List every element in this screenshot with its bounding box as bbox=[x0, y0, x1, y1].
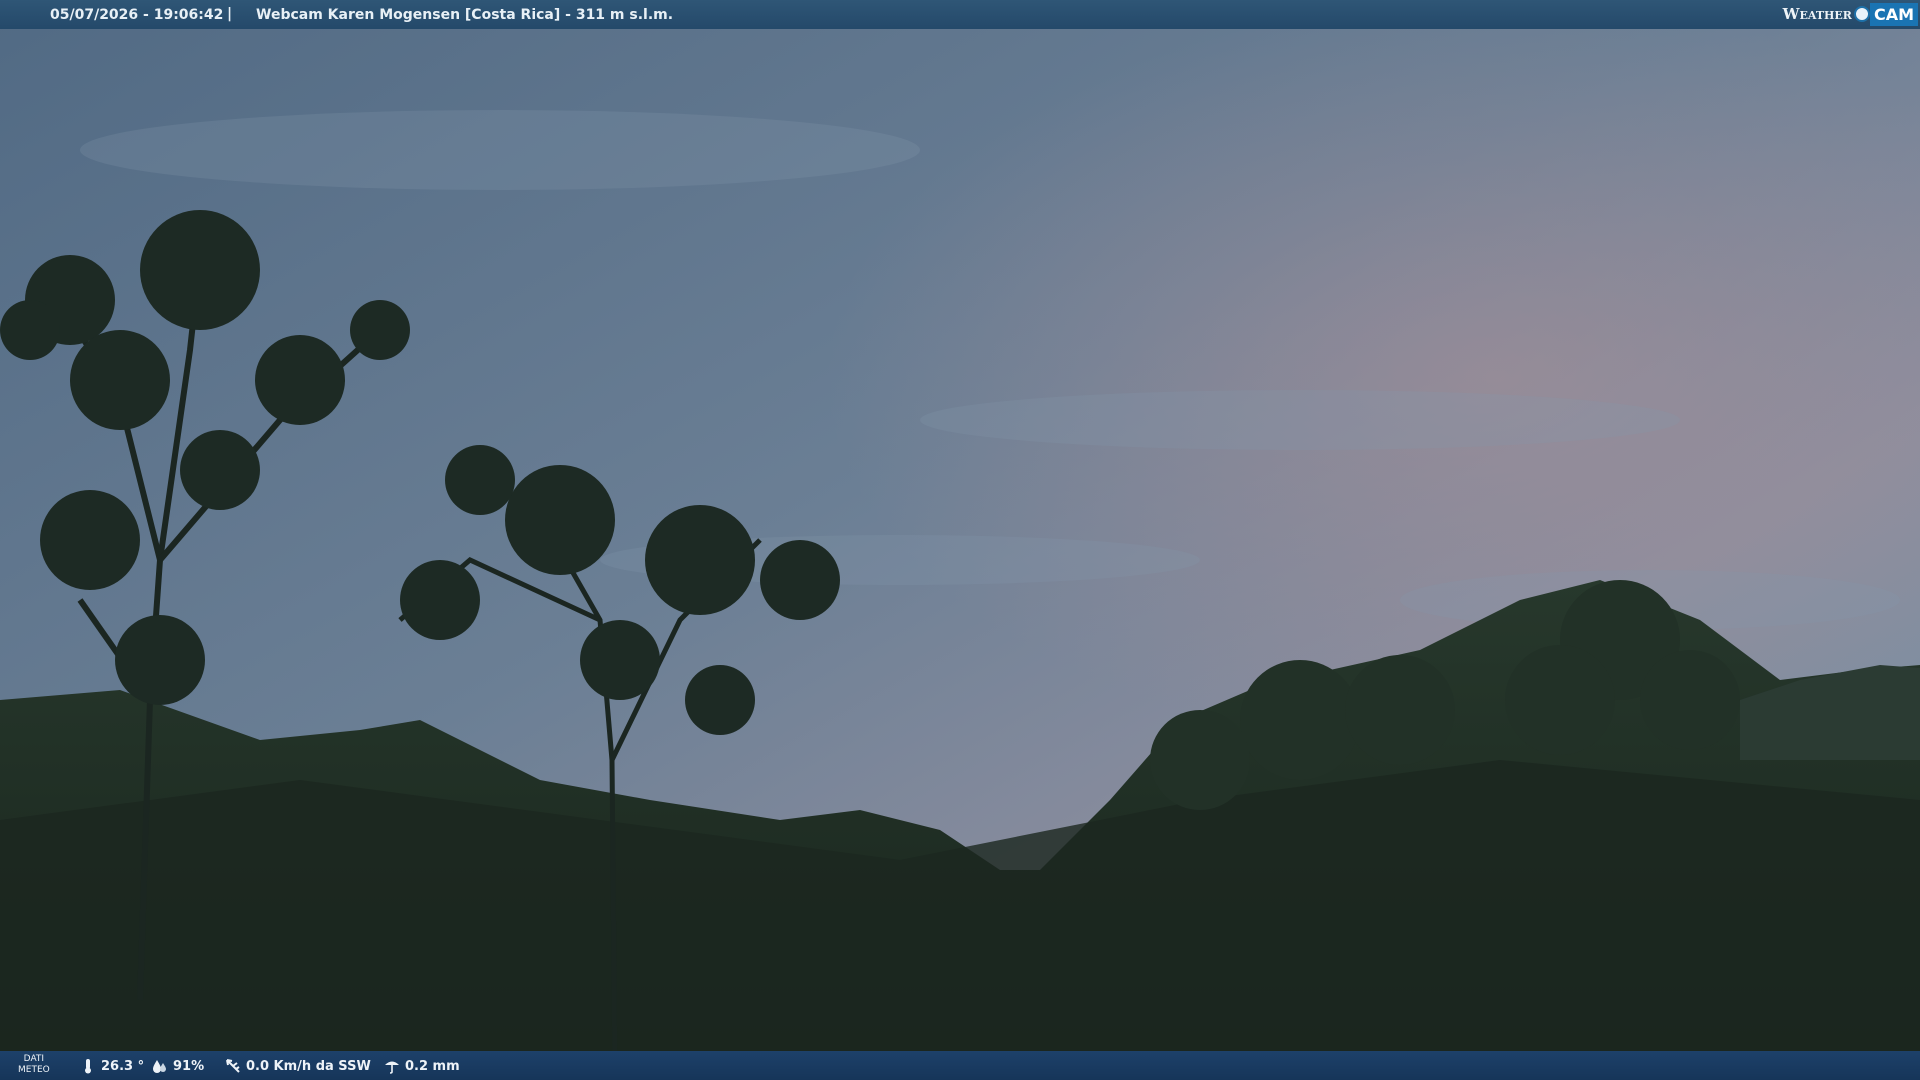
wind-vane-icon bbox=[226, 1059, 240, 1073]
webcam-landscape-image bbox=[0, 0, 1920, 1080]
thermometer-icon bbox=[85, 1059, 91, 1074]
dati-line1: DATI bbox=[23, 1054, 45, 1064]
dati-meteo-label: DATI METEO bbox=[18, 1054, 50, 1076]
top-info-bar: 05/07/2026 - 19:06:42 | Webcam Karen Mog… bbox=[0, 0, 1920, 29]
logo-globe-icon bbox=[1853, 6, 1870, 22]
rain-reading: 0.2 mm bbox=[384, 1058, 460, 1074]
wind-value: 0.0 Km/h da SSW bbox=[246, 1058, 371, 1074]
rain-value: 0.2 mm bbox=[405, 1058, 460, 1074]
dati-line2: METEO bbox=[18, 1065, 50, 1075]
humidity-drops-icon bbox=[153, 1060, 166, 1073]
header-separator: | bbox=[227, 6, 233, 22]
weather-data-bar: DATI METEO 26.3 ° 91% 0.0 Km/h da SSW 0.… bbox=[0, 1051, 1920, 1080]
temperature-reading: 26.3 ° bbox=[80, 1058, 144, 1074]
weathercam-logo[interactable]: Weather CAM bbox=[1783, 1, 1918, 27]
logo-cam: CAM bbox=[1869, 2, 1918, 26]
humidity-reading: 91% bbox=[152, 1058, 204, 1074]
logo-word: Weather bbox=[1782, 5, 1852, 23]
temperature-value: 26.3 ° bbox=[101, 1058, 145, 1074]
rain-gauge-icon bbox=[385, 1061, 399, 1074]
webcam-title: Webcam Karen Mogensen [Costa Rica] - 311… bbox=[256, 7, 674, 23]
wind-reading: 0.0 Km/h da SSW bbox=[225, 1058, 371, 1074]
webcam-datetime: 05/07/2026 - 19:06:42 bbox=[50, 7, 224, 23]
humidity-value: 91% bbox=[173, 1058, 205, 1074]
